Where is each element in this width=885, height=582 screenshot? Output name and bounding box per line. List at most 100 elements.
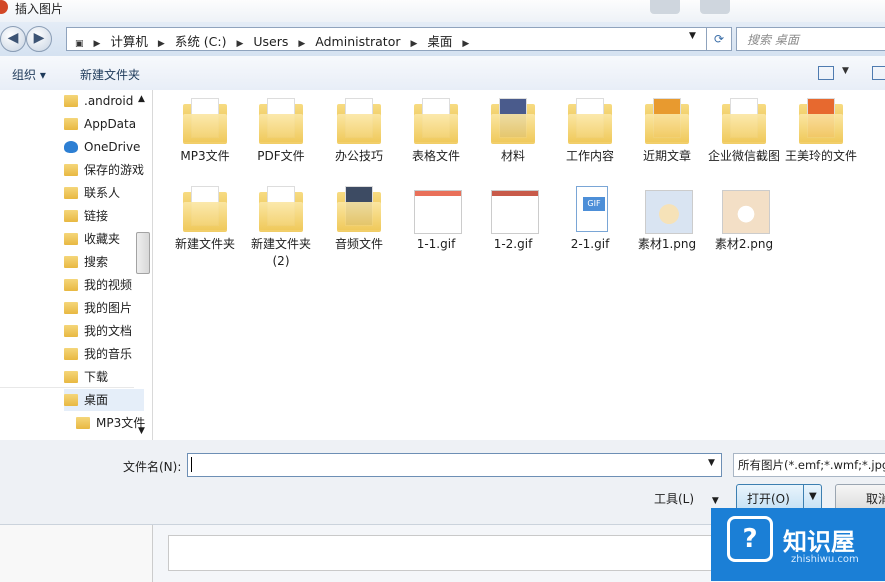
folder-icon [64,95,78,107]
favorites-icon [64,233,78,245]
folder-icon [64,348,78,360]
nav-item[interactable]: 链接 [64,205,144,227]
file-item[interactable]: 材料 [475,98,551,165]
nav-item[interactable]: 我的图片 [64,297,144,319]
folder-icon [337,98,381,144]
file-label: 材料 [500,149,525,163]
file-item[interactable]: 1-1.gif [398,186,474,253]
address-row: ◀ ▶ ▣ ▶ 计算机 ▶ 系统 (C:) ▶ Users ▶ Administ… [0,22,885,56]
filename-dropdown-icon[interactable]: ▼ [708,458,715,468]
file-item[interactable]: 素材1.png [629,186,705,253]
contacts-icon [64,187,78,199]
nav-item-label: 桌面 [84,393,109,407]
file-item[interactable]: 1-2.gif [475,186,551,253]
file-label: 音频文件 [334,237,383,251]
address-dropdown-icon[interactable]: ▼ [689,31,696,41]
nav-item[interactable]: 保存的游戏 [64,159,144,181]
address-bar[interactable]: ▣ ▶ 计算机 ▶ 系统 (C:) ▶ Users ▶ Administrato… [66,27,708,51]
file-item[interactable]: 音频文件 [321,186,397,253]
search-input[interactable]: 搜索 桌面 [736,27,885,51]
chevron-right-icon[interactable]: ▶ [462,39,469,49]
image-thumbnail [645,186,693,234]
file-item[interactable]: 企业微信截图 [706,98,782,165]
breadcrumb-item[interactable]: Users [253,34,288,49]
chevron-down-icon: ▼ [711,496,719,506]
search-placeholder: 搜索 桌面 [747,33,799,47]
nav-item-label: .android [84,94,134,108]
nav-item-selected[interactable]: 桌面 [64,389,144,411]
file-item[interactable]: PDF文件 [243,98,319,165]
nav-item-label: AppData [84,117,137,131]
chevron-right-icon[interactable]: ▶ [410,39,417,49]
forward-button[interactable]: ▶ [26,26,52,52]
breadcrumb-item[interactable]: 系统 (C:) [175,34,227,49]
file-label: 1-2.gif [493,237,533,251]
file-item[interactable]: 王美玲的文件 [783,98,859,165]
view-options-icon[interactable] [818,66,834,80]
file-item[interactable]: 办公技巧 [321,98,397,165]
view-dropdown-icon[interactable]: ▼ [842,66,849,76]
background-box [168,535,720,571]
nav-item[interactable]: .android [64,90,144,112]
new-folder-button[interactable]: 新建文件夹 [80,66,140,83]
image-thumbnail [414,186,462,234]
nav-item-label: 收藏夹 [84,232,121,246]
search-folder-icon [64,256,78,268]
file-label: MP3文件 [180,149,230,163]
tools-button[interactable]: 工具(L) ▼ [654,490,719,507]
cancel-label: 取消 [866,492,885,506]
tools-label: 工具(L) [654,492,695,506]
nav-item[interactable]: 搜索 [64,251,144,273]
file-item[interactable]: 素材2.png [706,186,782,253]
chevron-right-icon[interactable]: ▶ [236,39,243,49]
breadcrumb-item[interactable]: Administrator [315,34,400,49]
window-title: 插入图片 [15,2,64,16]
nav-item[interactable]: 我的文档 [64,320,144,342]
filename-input[interactable]: ▼ [187,453,722,477]
nav-item[interactable]: 收藏夹 [64,228,144,250]
file-type-select[interactable]: 所有图片(*.emf;*.wmf;*.jpg [733,453,885,477]
breadcrumb: ▣ ▶ 计算机 ▶ 系统 (C:) ▶ Users ▶ Administrato… [75,31,475,50]
file-list[interactable]: MP3文件 PDF文件 办公技巧 表格文件 材料 工作内容 近期文章 企业微信截… [153,90,885,440]
organize-button[interactable]: 组织 ▾ [12,66,46,83]
preview-pane-icon[interactable] [872,66,885,80]
breadcrumb-item[interactable]: 桌面 [427,34,452,49]
chevron-right-icon[interactable]: ▶ [298,39,305,49]
file-item[interactable]: 新建文件夹 [167,186,243,253]
scroll-up-icon[interactable]: ▲ [138,94,145,104]
computer-icon: ▣ [75,39,84,49]
nav-item[interactable]: AppData [64,113,144,135]
file-item[interactable]: 新建文件夹 (2) [243,186,319,270]
open-label: 打开(O) [747,492,790,506]
nav-item[interactable]: OneDrive [64,136,144,158]
window-control-button[interactable] [650,0,680,14]
watermark-badge: ? [727,516,773,562]
window-control-button[interactable] [700,0,730,14]
folder-icon [259,186,303,232]
file-item[interactable]: 表格文件 [398,98,474,165]
nav-item[interactable]: 我的音乐 [64,343,144,365]
nav-item[interactable]: 联系人 [64,182,144,204]
file-label: 企业微信截图 [707,149,780,163]
navigation-pane[interactable]: .android AppData OneDrive 保存的游戏 联系人 链接 收… [0,90,153,440]
breadcrumb-item[interactable]: 计算机 [110,34,148,49]
file-item[interactable]: 近期文章 [629,98,705,165]
back-button[interactable]: ◀ [0,26,26,52]
scroll-down-icon[interactable]: ▼ [138,426,145,436]
file-item[interactable]: MP3文件 [167,98,243,165]
gif-tag: GIF [583,197,605,211]
watermark-site: zhishiwu.com [791,554,859,565]
onedrive-icon [64,141,78,153]
nav-item[interactable]: 下载 [64,366,144,388]
file-item[interactable]: 工作内容 [552,98,628,165]
chevron-right-icon[interactable]: ▶ [94,39,101,49]
nav-scrollbar-thumb[interactable] [136,232,150,274]
open-dropdown-icon[interactable]: ▼ [809,491,817,502]
file-label: 办公技巧 [334,149,383,163]
chevron-right-icon[interactable]: ▶ [158,39,165,49]
nav-item-label: OneDrive [84,140,141,154]
folder-icon [722,98,766,144]
file-item[interactable]: GIF 2-1.gif [552,186,628,253]
nav-item[interactable]: 我的视频 [64,274,144,296]
refresh-button[interactable]: ⟳ [706,27,732,51]
